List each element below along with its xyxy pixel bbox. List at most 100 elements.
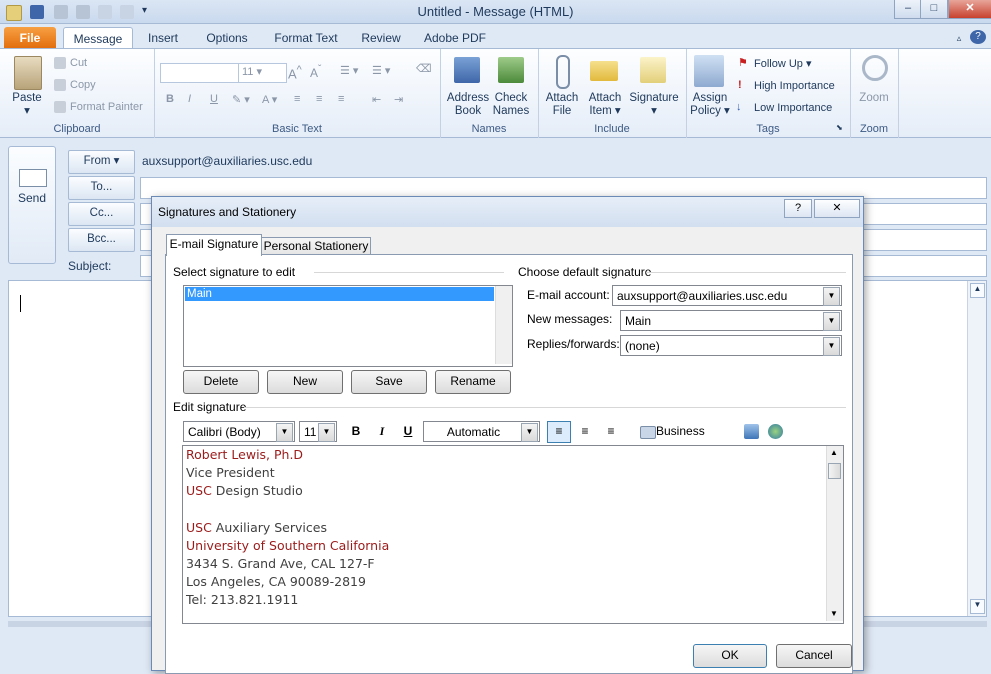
send-button[interactable]: Send (8, 146, 56, 264)
check-names-button[interactable]: Check Names (486, 92, 536, 118)
align-left-icon[interactable]: ≡ (294, 93, 300, 105)
follow-up-button[interactable]: Follow Up ▾ (754, 57, 811, 70)
size-select[interactable]: 11 ▼ (299, 421, 337, 442)
shrink-font-icon[interactable]: Aˇ (310, 64, 321, 80)
dialog-close-button[interactable]: ✕ (814, 199, 860, 218)
font-select[interactable]: Calibri (Body) ▼ (183, 421, 295, 442)
collapse-ribbon-icon[interactable]: ▵ (952, 27, 966, 49)
italic-icon[interactable]: I (188, 93, 191, 105)
cc-button[interactable]: Cc... (68, 202, 135, 226)
replies-forwards-select[interactable]: (none) ▼ (620, 335, 842, 356)
basic-text-group: 11 ▾ A^ Aˇ ☰ ▾ ☰ ▾ ⌫ B I U ✎ ▾ A ▾ ≡ ≡ ≡… (154, 49, 441, 138)
attach-item-icon (590, 61, 618, 81)
font-combo[interactable] (160, 63, 245, 83)
new-button[interactable]: New (267, 370, 343, 394)
list-item[interactable]: Main (185, 287, 494, 301)
business-card-button[interactable]: Business Card (656, 422, 728, 457)
scroll-up-icon[interactable]: ▲ (829, 448, 839, 458)
high-importance-button[interactable]: High Importance (754, 80, 835, 92)
hyperlink-icon[interactable] (768, 424, 783, 439)
scroll-thumb[interactable] (828, 463, 841, 479)
ok-button[interactable]: OK (693, 644, 767, 668)
color-select[interactable]: Automatic ▼ (423, 421, 540, 442)
font-color-icon[interactable]: A ▾ (262, 93, 277, 106)
names-group: Address Book Check Names Names (440, 49, 539, 138)
tab-file[interactable]: File (4, 27, 56, 49)
zoom-button[interactable]: Zoom (850, 92, 898, 105)
attach-file-button[interactable]: Attach File (540, 92, 584, 118)
paste-icon (14, 56, 42, 90)
bcc-button[interactable]: Bcc... (68, 228, 135, 252)
chevron-down-icon[interactable]: ▼ (823, 312, 840, 331)
bullets-icon[interactable]: ☰ ▾ (340, 64, 358, 77)
new-messages-select[interactable]: Main ▼ (620, 310, 842, 331)
delete-button[interactable]: Delete (183, 370, 259, 394)
clipboard-group: Paste ▾ Cut Copy Format Painter Clipboard (0, 49, 155, 138)
underline-button[interactable]: U (398, 422, 418, 442)
highlight-icon[interactable]: ✎ ▾ (232, 93, 250, 106)
divider (314, 272, 504, 273)
maximize-button[interactable]: □ (920, 0, 948, 19)
numbering-icon[interactable]: ☰ ▾ (372, 64, 390, 77)
copy-button[interactable]: Copy (70, 79, 96, 91)
grow-font-icon[interactable]: A^ (288, 64, 302, 81)
tab-format-text[interactable]: Format Text (268, 27, 344, 49)
align-right-icon[interactable]: ≡ (338, 93, 344, 105)
bold-button[interactable]: B (346, 422, 366, 442)
low-importance-icon: ↓ (736, 101, 742, 113)
align-center-button[interactable]: ≡ (574, 422, 596, 442)
attach-item-button[interactable]: Attach Item ▾ (584, 92, 626, 118)
email-account-label: E-mail account: (527, 288, 610, 302)
help-icon[interactable]: ? (970, 30, 986, 44)
to-button[interactable]: To... (68, 176, 135, 200)
save-button[interactable]: Save (351, 370, 427, 394)
close-button[interactable]: ✕ (948, 0, 991, 19)
dialog-help-button[interactable]: ? (784, 199, 812, 218)
signature-button[interactable]: Signature ▾ (626, 92, 682, 118)
align-right-button[interactable]: ≡ (600, 422, 622, 442)
signature-editor[interactable]: Robert Lewis, Ph.D Vice President USC De… (182, 445, 844, 624)
signature-line: Vice President (186, 465, 275, 480)
tab-review[interactable]: Review (356, 27, 406, 49)
scroll-down-icon[interactable]: ▼ (970, 599, 985, 614)
editor-scrollbar[interactable]: ▲ ▼ (826, 446, 843, 621)
italic-button[interactable]: I (372, 422, 392, 442)
signature-list[interactable]: Main (183, 285, 513, 367)
paste-button[interactable]: Paste ▾ (4, 92, 50, 118)
low-importance-button[interactable]: Low Importance (754, 102, 832, 114)
font-size-combo[interactable]: 11 ▾ (238, 63, 287, 83)
clear-formatting-icon[interactable]: ⌫ (416, 62, 432, 75)
tab-message[interactable]: Message (63, 27, 133, 50)
minimize-button[interactable]: – (894, 0, 922, 19)
chevron-down-icon[interactable]: ▼ (823, 337, 840, 356)
chevron-down-icon[interactable]: ▼ (823, 287, 840, 306)
cut-button[interactable]: Cut (70, 57, 87, 69)
tab-insert[interactable]: Insert (140, 27, 186, 49)
bold-icon[interactable]: B (166, 93, 174, 105)
align-left-button[interactable]: ≡ (547, 421, 571, 443)
insert-picture-icon[interactable] (744, 424, 759, 439)
message-scrollbar[interactable]: ▲ ▼ (967, 281, 986, 616)
assign-policy-button[interactable]: Assign Policy ▾ (686, 92, 734, 118)
rename-button[interactable]: Rename (435, 370, 511, 394)
scroll-down-icon[interactable]: ▼ (829, 609, 839, 619)
cancel-button[interactable]: Cancel (776, 644, 852, 668)
from-button[interactable]: From ▾ (68, 150, 135, 174)
attach-file-icon (556, 55, 570, 89)
tab-options[interactable]: Options (198, 27, 256, 49)
tab-adobe-pdf[interactable]: Adobe PDF (418, 27, 492, 49)
scroll-up-icon[interactable]: ▲ (970, 283, 985, 298)
underline-icon[interactable]: U (210, 93, 218, 105)
divider (244, 407, 846, 408)
increase-indent-icon[interactable]: ⇥ (394, 93, 403, 106)
email-account-select[interactable]: auxsupport@auxiliaries.usc.edu ▼ (612, 285, 842, 306)
tab-email-signature[interactable]: E-mail Signature (166, 234, 262, 256)
signature-list-scrollbar[interactable] (495, 286, 512, 364)
chevron-down-icon[interactable]: ▼ (276, 423, 293, 442)
new-messages-value: Main (625, 314, 652, 328)
chevron-down-icon[interactable]: ▼ (521, 423, 538, 442)
align-center-icon[interactable]: ≡ (316, 93, 322, 105)
decrease-indent-icon[interactable]: ⇤ (372, 93, 381, 106)
chevron-down-icon[interactable]: ▼ (318, 423, 335, 442)
format-painter-button[interactable]: Format Painter (70, 101, 143, 113)
